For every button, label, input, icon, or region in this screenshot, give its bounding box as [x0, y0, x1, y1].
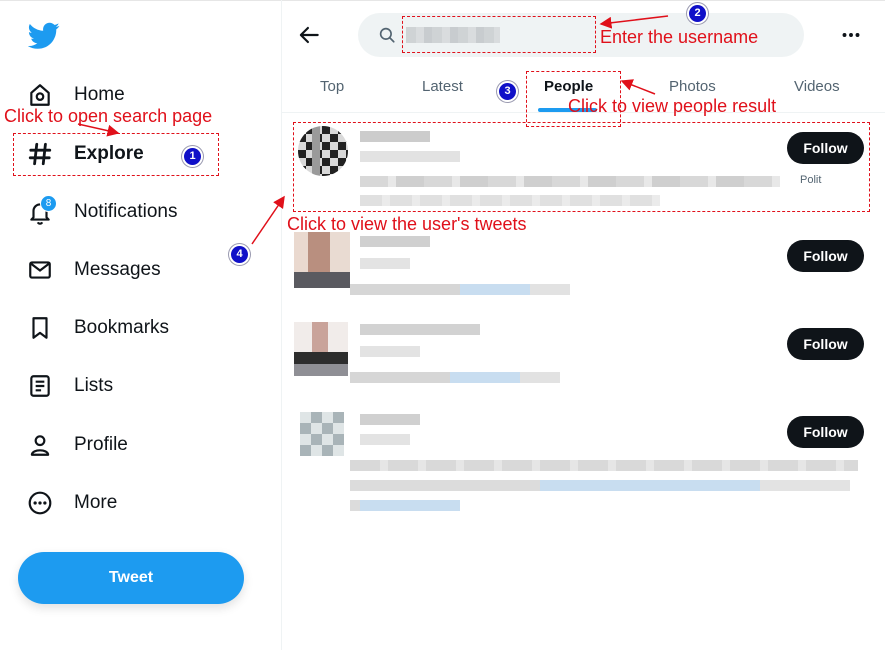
tab-latest[interactable]: Latest — [422, 78, 463, 95]
bio-redacted-line3 — [350, 500, 460, 511]
tweet-button[interactable]: Tweet — [18, 552, 244, 604]
tab-top[interactable]: Top — [320, 78, 344, 95]
annotation-text-1: Click to open search page — [4, 106, 213, 126]
search-icon — [378, 26, 396, 44]
bio-redacted — [350, 284, 570, 295]
username-redacted — [360, 346, 420, 357]
list-item[interactable]: Follow — [282, 314, 885, 398]
list-item[interactable]: Follow — [282, 226, 885, 310]
sidebar-item-label: Lists — [74, 375, 114, 396]
bio-redacted-line2 — [350, 480, 850, 491]
step-marker-3: 3 — [499, 83, 516, 100]
follow-button[interactable]: Follow — [787, 416, 864, 448]
display-name-redacted — [360, 414, 420, 425]
ellipsis-icon[interactable] — [838, 22, 864, 48]
user-icon — [20, 425, 60, 465]
bio-redacted — [350, 460, 858, 471]
sidebar-item-profile[interactable]: Profile — [22, 425, 128, 465]
display-name-redacted — [360, 324, 480, 335]
step-marker-4: 4 — [231, 246, 248, 263]
username-redacted — [360, 258, 410, 269]
sidebar-item-label: Bookmarks — [74, 317, 170, 338]
envelope-icon — [20, 250, 60, 290]
step-marker-2: 2 — [689, 5, 706, 22]
follow-button[interactable]: Follow — [787, 240, 864, 272]
more-circle-icon — [20, 483, 60, 523]
username-redacted — [360, 434, 410, 445]
annotation-box-search — [402, 16, 596, 53]
step-marker-1: 1 — [184, 148, 201, 165]
annotation-text-4: Click to view the user's tweets — [287, 214, 527, 234]
sidebar-item-bookmarks[interactable]: Bookmarks — [22, 308, 169, 348]
list-item[interactable]: Follow — [282, 402, 885, 522]
tab-videos[interactable]: Videos — [794, 78, 840, 95]
avatar — [294, 232, 350, 288]
bio-redacted — [350, 372, 560, 383]
sidebar-item-messages[interactable]: Messages — [22, 250, 161, 290]
display-name-redacted — [360, 236, 430, 247]
sidebar-item-label: Profile — [74, 434, 128, 455]
follow-button[interactable]: Follow — [787, 328, 864, 360]
sidebar-item-lists[interactable]: Lists — [22, 366, 113, 406]
twitter-bird-icon[interactable] — [27, 22, 60, 50]
sidebar: Home Explore 8 Notifications Messages Bo… — [0, 0, 282, 650]
list-icon — [20, 366, 60, 406]
notification-badge: 8 — [40, 195, 57, 212]
bell-icon: 8 — [20, 192, 60, 232]
sidebar-item-label: Home — [74, 84, 125, 105]
sidebar-item-more[interactable]: More — [22, 483, 117, 523]
sidebar-item-label: More — [74, 492, 118, 513]
arrow-left-icon[interactable] — [296, 22, 322, 48]
bookmark-icon — [20, 308, 60, 348]
sidebar-item-notifications[interactable]: 8 Notifications — [22, 192, 178, 232]
sidebar-item-label: Messages — [74, 259, 161, 280]
annotation-text-2: Enter the username — [600, 27, 759, 47]
annotation-box-first-result — [293, 122, 870, 212]
tab-photos[interactable]: Photos — [669, 78, 716, 95]
sidebar-item-label: Notifications — [74, 201, 178, 222]
avatar — [294, 322, 348, 376]
annotation-text-3: Click to view people result — [568, 96, 777, 116]
avatar — [300, 412, 344, 456]
